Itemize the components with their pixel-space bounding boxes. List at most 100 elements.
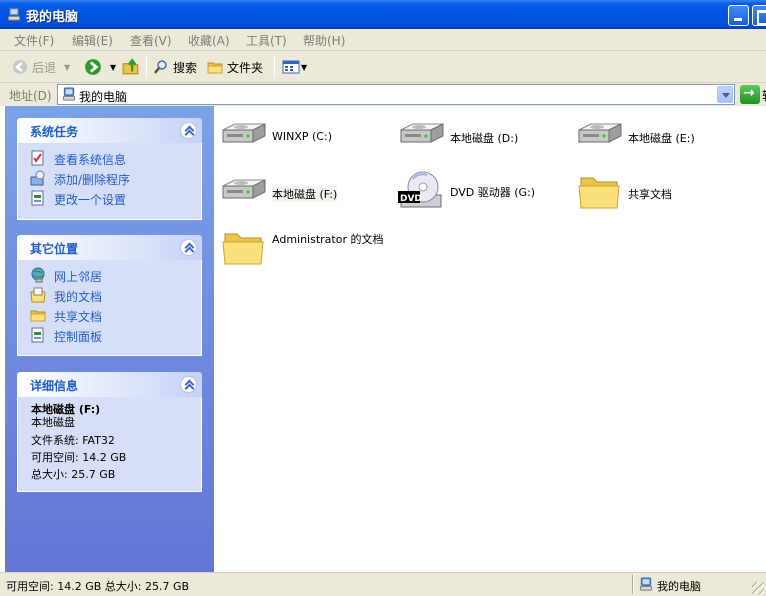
status-bar: 可用空间: 14.2 GB 总大小: 25.7 GB 我的电脑 — [0, 572, 766, 596]
panel-title: 系统任务 — [30, 125, 79, 139]
other-places-panel: 其它位置 网上邻居 我的文档 共享文档 控制面板 — [17, 235, 202, 356]
place-control-panel[interactable]: 控制面板 — [18, 326, 201, 346]
details-item-name: 本地磁盘 (F:) — [31, 403, 101, 416]
drive-d[interactable]: 本地磁盘 (D:) — [397, 116, 547, 160]
dvd-drive-icon — [397, 166, 445, 216]
drive-g[interactable]: DVD 驱动器 (G:) — [397, 166, 557, 216]
up-folder-icon — [122, 58, 139, 75]
back-dropdown-icon[interactable]: ▼ — [64, 63, 70, 72]
collapse-chevron-icon[interactable] — [180, 376, 197, 393]
drive-f[interactable]: 本地磁盘 (F:) — [219, 172, 369, 216]
collapse-chevron-icon[interactable] — [180, 239, 197, 256]
status-location-label: 我的电脑 — [657, 580, 701, 593]
task-label: 更改一个设置 — [54, 193, 127, 207]
panel-body: 查看系统信息 添加/删除程序 更改一个设置 — [17, 143, 202, 220]
task-add-remove-programs[interactable]: 添加/删除程序 — [18, 169, 201, 189]
place-network[interactable]: 网上邻居 — [18, 266, 201, 286]
search-icon — [154, 60, 167, 74]
status-text: 可用空间: 14.2 GB 总大小: 25.7 GB — [6, 580, 190, 593]
place-label: 我的文档 — [54, 290, 103, 304]
details-file-system: 文件系统: FAT32 — [31, 434, 115, 447]
my-computer-icon — [638, 577, 654, 592]
address-value[interactable]: 我的电脑 — [79, 88, 127, 105]
task-change-setting[interactable]: 更改一个设置 — [18, 189, 201, 209]
menu-file[interactable]: 文件(F) — [14, 32, 54, 49]
folders-label: 文件夹 — [227, 60, 264, 75]
go-label[interactable]: 转 — [762, 87, 766, 104]
task-label: 添加/删除程序 — [54, 173, 131, 187]
administrator-documents-folder[interactable]: Administrator 的文档 — [219, 226, 399, 270]
address-dropdown-button[interactable] — [717, 86, 733, 103]
item-label: DVD 驱动器 (G:) — [450, 186, 536, 199]
views-dropdown-icon[interactable]: ▼ — [301, 63, 307, 72]
item-label-selected: 本地磁盘 (F:) — [272, 186, 338, 202]
panel-title: 其它位置 — [30, 242, 79, 256]
forward-button[interactable]: ▼ — [84, 51, 116, 83]
toolbar: 后退 ▼ ▼ 搜索 文件夹 ▼ — [0, 51, 766, 83]
forward-dropdown-icon[interactable]: ▼ — [110, 63, 116, 72]
hard-disk-icon — [575, 116, 623, 160]
panel-header[interactable]: 系统任务 — [17, 118, 202, 143]
maximize-button[interactable] — [752, 5, 766, 26]
details-panel: 详细信息 本地磁盘 (F:) 本地磁盘 文件系统: FAT32 可用空间: 14… — [17, 372, 202, 492]
views-icon — [282, 60, 300, 74]
search-label: 搜索 — [173, 60, 198, 75]
views-button[interactable]: ▼ — [282, 51, 307, 83]
hard-disk-icon — [219, 116, 267, 160]
shared-documents-folder[interactable]: 共享文档 — [575, 170, 725, 214]
panel-title: 详细信息 — [30, 379, 79, 393]
menu-view[interactable]: 查看(V) — [130, 32, 172, 49]
panel-body: 本地磁盘 (F:) 本地磁盘 文件系统: FAT32 可用空间: 14.2 GB… — [17, 397, 202, 492]
details-content: 本地磁盘 (F:) 本地磁盘 文件系统: FAT32 可用空间: 14.2 GB… — [18, 403, 201, 483]
place-label: 网上邻居 — [54, 270, 103, 284]
resize-grip[interactable] — [752, 582, 764, 594]
add-remove-programs-icon — [30, 170, 45, 186]
item-label: 共享文档 — [628, 188, 672, 201]
folders-button[interactable]: 文件夹 — [207, 51, 263, 83]
panel-body: 网上邻居 我的文档 共享文档 控制面板 — [17, 260, 202, 356]
task-label: 查看系统信息 — [54, 153, 127, 167]
my-documents-icon — [30, 287, 46, 303]
folder-icon — [575, 170, 623, 214]
task-view-system-info[interactable]: 查看系统信息 — [18, 149, 201, 169]
my-computer-icon — [61, 87, 77, 102]
menu-help[interactable]: 帮助(H) — [303, 32, 345, 49]
task-pane: 系统任务 查看系统信息 添加/删除程序 更改一个设置 其它位置 网上邻居 我的文… — [5, 106, 214, 572]
up-folder-button[interactable] — [122, 51, 140, 83]
details-item-type: 本地磁盘 — [31, 416, 75, 429]
folder-icon — [219, 226, 267, 270]
collapse-chevron-icon[interactable] — [180, 122, 197, 139]
menu-favorites[interactable]: 收藏(A) — [188, 32, 230, 49]
search-button[interactable]: 搜索 — [153, 51, 197, 83]
hard-disk-icon — [397, 116, 445, 160]
folder-icon — [30, 307, 46, 323]
forward-arrow-icon — [85, 59, 101, 75]
minimize-button[interactable] — [728, 5, 749, 26]
back-arrow-icon — [13, 60, 27, 74]
panel-header[interactable]: 详细信息 — [17, 372, 202, 397]
panel-header[interactable]: 其它位置 — [17, 235, 202, 260]
menu-edit[interactable]: 编辑(E) — [72, 32, 113, 49]
my-computer-icon — [6, 7, 22, 22]
address-field[interactable]: 我的电脑 — [57, 84, 735, 105]
place-shared-documents[interactable]: 共享文档 — [18, 306, 201, 326]
file-view: WINXP (C:) 本地磁盘 (D:) 本地磁盘 (E:) 本地磁盘 (F:)… — [214, 106, 766, 572]
place-label: 控制面板 — [54, 330, 103, 344]
menu-tools[interactable]: 工具(T) — [246, 32, 287, 49]
toolbar-separator — [274, 56, 275, 78]
place-my-documents[interactable]: 我的文档 — [18, 286, 201, 306]
back-button[interactable]: 后退 ▼ — [12, 51, 70, 83]
item-label: 本地磁盘 (E:) — [628, 132, 695, 145]
address-bar: 地址(D) 我的电脑 转 — [0, 83, 766, 106]
details-total-size: 总大小: 25.7 GB — [31, 468, 116, 481]
hard-disk-icon — [219, 172, 267, 216]
go-arrow-icon[interactable] — [740, 85, 760, 104]
drive-c[interactable]: WINXP (C:) — [219, 116, 369, 160]
item-label: 本地磁盘 (D:) — [450, 132, 519, 145]
window-title: 我的电脑 — [26, 10, 79, 25]
place-label: 共享文档 — [54, 310, 103, 324]
address-label: 地址(D) — [9, 89, 52, 103]
drive-e[interactable]: 本地磁盘 (E:) — [575, 116, 725, 160]
control-panel-icon — [31, 190, 44, 206]
item-label: WINXP (C:) — [272, 130, 332, 143]
